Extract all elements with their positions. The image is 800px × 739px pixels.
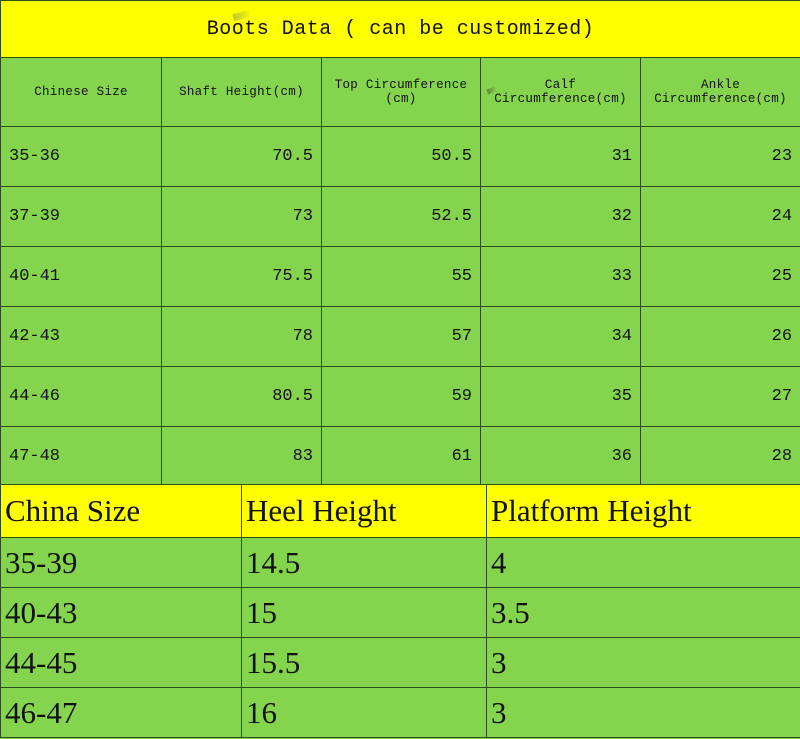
cell-calf: 31 bbox=[480, 126, 641, 187]
cell-ankle: 26 bbox=[639, 306, 800, 367]
column-header-calf-label: Calf Circumference(cm) bbox=[494, 78, 627, 106]
column-header-heel-height: Heel Height bbox=[241, 484, 487, 538]
cell-ankle: 28 bbox=[639, 426, 800, 487]
cell-platform-height: 3.5 bbox=[486, 587, 800, 638]
cell-top: 50.5 bbox=[321, 126, 481, 187]
boots-data-table: Boots Data ( can be customized) Chinese … bbox=[0, 0, 800, 487]
column-header-calf-circumference: Calf Circumference(cm) bbox=[480, 57, 641, 127]
cell-china-size: 46-47 bbox=[0, 687, 242, 738]
cell-ankle: 27 bbox=[639, 366, 800, 427]
cell-shaft: 78 bbox=[161, 306, 322, 367]
cell-heel-height: 15.5 bbox=[241, 637, 487, 688]
table-row: 44-45 15.5 3 bbox=[0, 637, 800, 688]
column-header-top-circumference: Top Circumference (cm) bbox=[321, 57, 481, 127]
table-header-row: Chinese Size Shaft Height(cm) Top Circum… bbox=[0, 57, 800, 127]
cell-size: 44-46 bbox=[0, 366, 162, 427]
table2-header-row: China Size Heel Height Platform Height bbox=[0, 484, 800, 538]
title-row: Boots Data ( can be customized) bbox=[0, 0, 800, 58]
cell-platform-height: 3 bbox=[486, 687, 800, 738]
cell-calf: 36 bbox=[480, 426, 641, 487]
cell-top: 59 bbox=[321, 366, 481, 427]
cell-china-size: 35-39 bbox=[0, 537, 242, 588]
cell-size: 42-43 bbox=[0, 306, 162, 367]
cell-shaft: 83 bbox=[161, 426, 322, 487]
table-row: 35-36 70.5 50.5 31 23 bbox=[0, 126, 800, 187]
table-row: 44-46 80.5 59 35 27 bbox=[0, 366, 800, 427]
cell-shaft: 75.5 bbox=[161, 246, 322, 307]
table-title-cell: Boots Data ( can be customized) bbox=[0, 0, 800, 58]
cell-shaft: 80.5 bbox=[161, 366, 322, 427]
cell-calf: 34 bbox=[480, 306, 641, 367]
cell-size: 47-48 bbox=[0, 426, 162, 487]
cell-ankle: 25 bbox=[639, 246, 800, 307]
table-row: 40-43 15 3.5 bbox=[0, 587, 800, 638]
cell-platform-height: 3 bbox=[486, 637, 800, 688]
table-title: Boots Data ( can be customized) bbox=[206, 17, 595, 41]
spreadsheet-canvas: Boots Data ( can be customized) Chinese … bbox=[0, 0, 800, 739]
table-row: 37-39 73 52.5 32 24 bbox=[0, 186, 800, 247]
cell-size: 37-39 bbox=[0, 186, 162, 247]
cell-calf: 35 bbox=[480, 366, 641, 427]
column-header-platform-height: Platform Height bbox=[486, 484, 800, 538]
cell-size: 35-36 bbox=[0, 126, 162, 187]
column-header-shaft-height: Shaft Height(cm) bbox=[161, 57, 322, 127]
cell-platform-height: 4 bbox=[486, 537, 800, 588]
cell-top: 61 bbox=[321, 426, 481, 487]
table-row: 42-43 78 57 34 26 bbox=[0, 306, 800, 367]
cell-heel-height: 16 bbox=[241, 687, 487, 738]
cell-top: 52.5 bbox=[321, 186, 481, 247]
cell-china-size: 40-43 bbox=[0, 587, 242, 638]
table-row: 40-41 75.5 55 33 25 bbox=[0, 246, 800, 307]
cell-calf: 33 bbox=[480, 246, 641, 307]
column-header-ankle-circumference: Ankle Circumference(cm) bbox=[639, 57, 800, 127]
cell-china-size: 44-45 bbox=[0, 637, 242, 688]
cell-shaft: 70.5 bbox=[161, 126, 322, 187]
table-row: 35-39 14.5 4 bbox=[0, 537, 800, 588]
cell-shaft: 73 bbox=[161, 186, 322, 247]
column-header-chinese-size: Chinese Size bbox=[0, 57, 162, 127]
table-row: 47-48 83 61 36 28 bbox=[0, 426, 800, 487]
table-row: 46-47 16 3 bbox=[0, 687, 800, 738]
heel-platform-table: China Size Heel Height Platform Height 3… bbox=[0, 484, 800, 738]
cell-ankle: 24 bbox=[639, 186, 800, 247]
column-header-china-size: China Size bbox=[0, 484, 242, 538]
cell-heel-height: 14.5 bbox=[241, 537, 487, 588]
cell-calf: 32 bbox=[480, 186, 641, 247]
cell-top: 55 bbox=[321, 246, 481, 307]
cell-top: 57 bbox=[321, 306, 481, 367]
cell-heel-height: 15 bbox=[241, 587, 487, 638]
cell-size: 40-41 bbox=[0, 246, 162, 307]
cell-ankle: 23 bbox=[639, 126, 800, 187]
